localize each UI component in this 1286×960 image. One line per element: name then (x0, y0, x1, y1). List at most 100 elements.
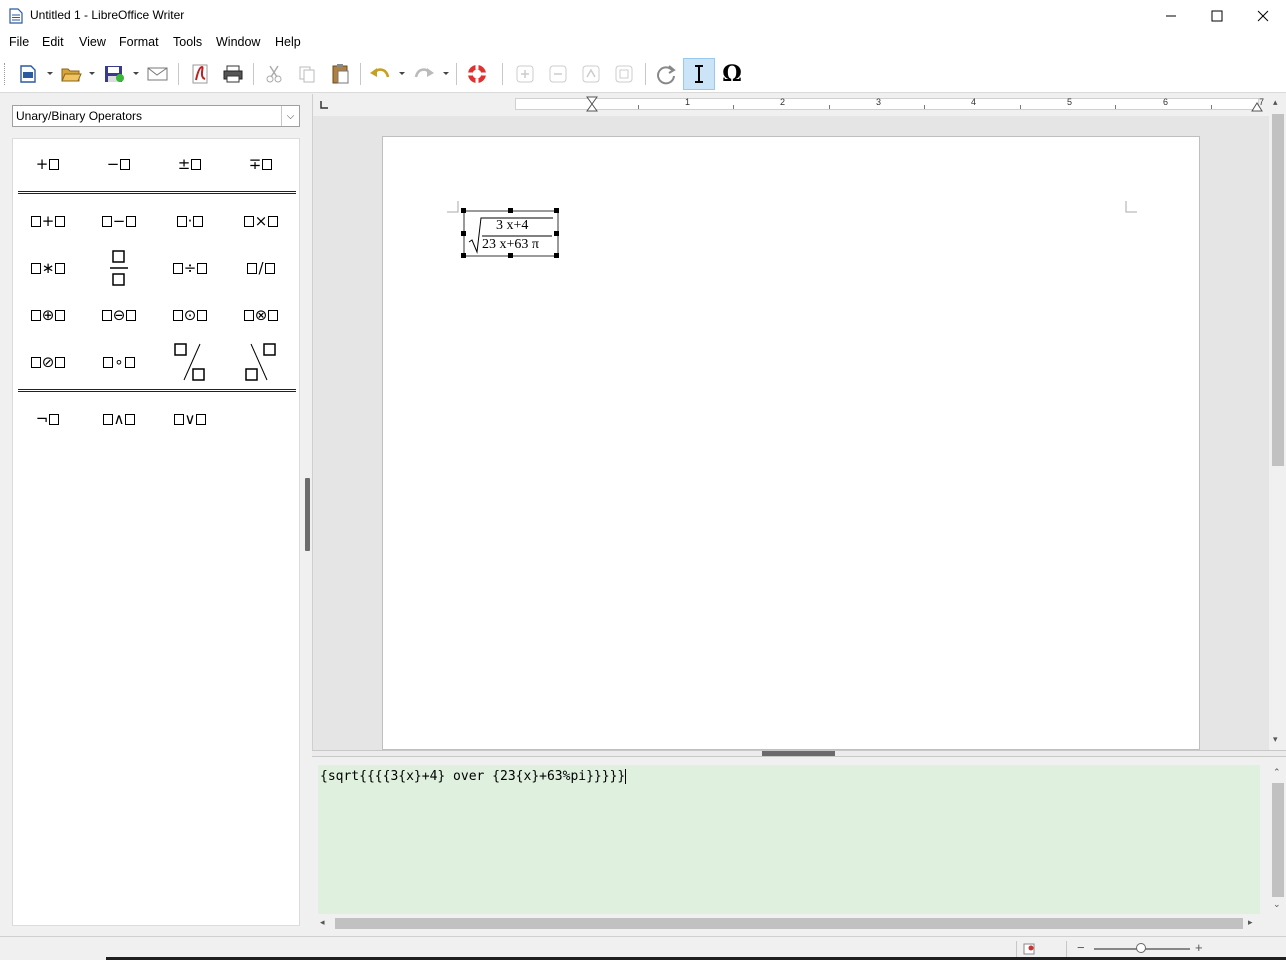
element-and[interactable]: ∧ (86, 401, 152, 437)
maximize-icon (1211, 10, 1223, 21)
element-category-select[interactable]: Unary/Binary Operators ⌵ (12, 105, 300, 127)
indent-marker-icon[interactable] (586, 96, 598, 114)
save-button[interactable] (98, 58, 130, 90)
print-button[interactable] (217, 58, 249, 90)
element-circled-slash[interactable]: ⊘ (15, 344, 81, 380)
scroll-left-icon[interactable]: ◂ (320, 917, 325, 928)
element-binary-slash[interactable]: / (228, 250, 294, 286)
scroll-down-icon[interactable]: ⌄ (1273, 899, 1281, 910)
element-not[interactable]: ¬ (15, 401, 81, 437)
zoom-out-button[interactable] (542, 58, 574, 90)
scroll-up-icon[interactable]: ▴ (1273, 97, 1278, 108)
right-indent-marker-icon[interactable] (1251, 102, 1263, 112)
new-document-button[interactable] (12, 58, 44, 90)
maximize-button[interactable] (1194, 0, 1240, 31)
document-page[interactable]: 3 x+4 23 x+63 π (382, 136, 1200, 750)
element-unary-plus[interactable]: + (15, 146, 81, 182)
element-binary-times[interactable]: × (228, 203, 294, 239)
resize-handle[interactable] (461, 253, 466, 258)
resize-handle[interactable] (461, 208, 466, 213)
minimize-button[interactable] (1148, 0, 1194, 31)
menu-format[interactable]: Format (119, 35, 159, 49)
elements-divider (18, 191, 296, 194)
command-splitter[interactable] (312, 750, 1286, 757)
menu-tools[interactable]: Tools (173, 35, 202, 49)
formula-command-input[interactable]: {sqrt{{{{3{x}+4} over {23{x}+63%pi}}}}} (318, 765, 1260, 914)
resize-handle[interactable] (554, 253, 559, 258)
element-binary-minus[interactable]: − (86, 203, 152, 239)
menu-view[interactable]: View (79, 35, 106, 49)
zoom-in-button[interactable] (509, 58, 541, 90)
element-unary-plusminus[interactable]: ± (157, 146, 223, 182)
scissors-icon (266, 65, 282, 83)
scroll-right-icon[interactable]: ▸ (1248, 917, 1253, 928)
show-all-button[interactable] (575, 58, 607, 90)
paste-button[interactable] (324, 58, 356, 90)
new-dropdown-arrow[interactable] (47, 72, 53, 75)
scroll-up-icon[interactable]: ⌃ (1273, 767, 1281, 778)
toolbar-grip[interactable] (4, 63, 7, 85)
element-ring-operator[interactable]: ∘ (86, 344, 152, 380)
element-circled-plus[interactable]: ⊕ (15, 297, 81, 333)
cut-button[interactable] (258, 58, 290, 90)
chevron-down-icon[interactable]: ⌵ (281, 106, 299, 126)
element-unary-minus[interactable]: − (86, 146, 152, 182)
resize-handle[interactable] (461, 231, 466, 236)
resize-handle[interactable] (554, 208, 559, 213)
menu-window[interactable]: Window (216, 35, 260, 49)
title-bar: Untitled 1 - LibreOffice Writer (0, 0, 1286, 31)
zoom-out-icon (549, 65, 567, 83)
help-button[interactable] (461, 58, 493, 90)
undo-button[interactable] (364, 58, 396, 90)
scrollbar-thumb[interactable] (335, 918, 1243, 929)
zoom-out-icon[interactable]: − (1077, 940, 1085, 955)
document-modified-icon[interactable] (1023, 943, 1035, 955)
element-circled-times[interactable]: ⊗ (228, 297, 294, 333)
copy-button[interactable] (291, 58, 323, 90)
element-binary-plus[interactable]: + (15, 203, 81, 239)
update-button[interactable] (650, 58, 682, 90)
menu-edit[interactable]: Edit (42, 35, 64, 49)
email-button[interactable] (142, 58, 174, 90)
formula-cursor-button[interactable] (683, 58, 715, 90)
element-wideslash[interactable] (157, 337, 223, 387)
symbols-button[interactable]: Ω (716, 58, 748, 90)
open-button[interactable] (55, 58, 87, 90)
zoom-slider-knob[interactable] (1136, 943, 1146, 953)
element-circled-minus[interactable]: ⊖ (86, 297, 152, 333)
resize-handle[interactable] (508, 208, 513, 213)
command-vertical-scrollbar[interactable]: ⌃ ⌄ (1269, 765, 1286, 914)
element-fraction[interactable] (86, 244, 152, 292)
zoom-100-button[interactable] (608, 58, 640, 90)
element-circled-dot[interactable]: ⊙ (157, 297, 223, 333)
undo-dropdown-arrow[interactable] (399, 72, 405, 75)
menu-help[interactable]: Help (275, 35, 301, 49)
resize-handle[interactable] (554, 231, 559, 236)
printer-icon (223, 65, 243, 83)
document-vertical-scrollbar[interactable]: ▴ ▾ (1269, 94, 1286, 750)
save-dropdown-arrow[interactable] (133, 72, 139, 75)
element-binary-divide[interactable]: ÷ (157, 250, 223, 286)
horizontal-ruler: 1 2 3 4 5 6 7 (313, 94, 1269, 116)
element-or[interactable]: ∨ (157, 401, 223, 437)
export-pdf-button[interactable] (184, 58, 216, 90)
close-button[interactable] (1240, 0, 1286, 31)
element-unary-minusplus[interactable]: ∓ (228, 146, 294, 182)
scroll-down-icon[interactable]: ▾ (1273, 734, 1278, 745)
element-binary-cdot[interactable]: · (157, 203, 223, 239)
tab-stop-icon[interactable] (320, 101, 328, 109)
command-horizontal-scrollbar[interactable]: ◂ ▸ (318, 915, 1260, 932)
splitter-knob[interactable] (762, 751, 835, 756)
scrollbar-thumb[interactable] (1272, 114, 1284, 466)
panel-splitter-handle[interactable] (305, 478, 310, 551)
element-widebslash[interactable] (228, 337, 294, 387)
menu-file[interactable]: File (9, 35, 29, 49)
element-binary-asterisk[interactable]: ∗ (15, 250, 81, 286)
zoom-in-icon[interactable]: + (1195, 940, 1203, 955)
formula-object[interactable]: 3 x+4 23 x+63 π (461, 208, 559, 258)
redo-button[interactable] (408, 58, 440, 90)
scrollbar-thumb[interactable] (1272, 783, 1284, 897)
widebslash-icon (245, 343, 276, 381)
redo-dropdown-arrow[interactable] (443, 72, 449, 75)
open-dropdown-arrow[interactable] (89, 72, 95, 75)
